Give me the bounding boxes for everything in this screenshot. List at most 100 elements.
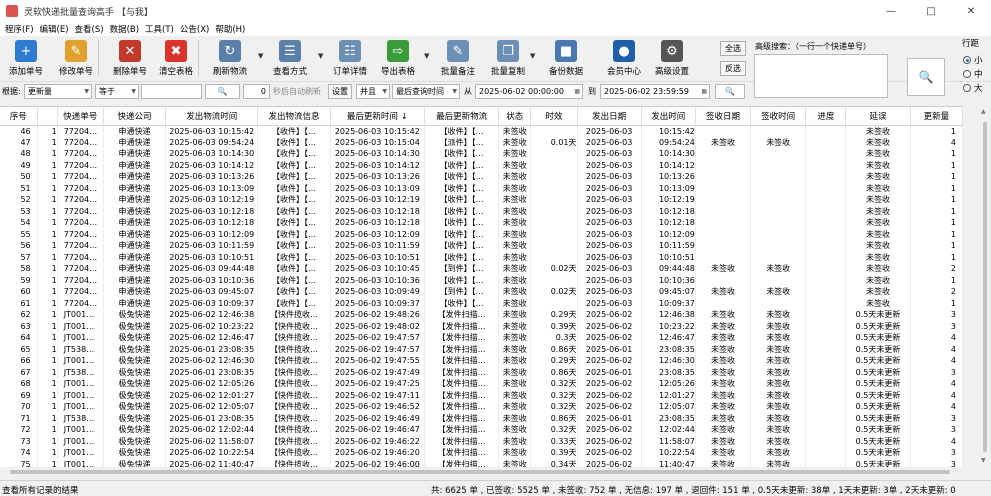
- table-row[interactable]: 52 1 77204… 申通快递 2025-06-03 10:12:19 【收件】【… 20…: [0, 194, 963, 206]
- minimize-button[interactable]: —: [871, 0, 911, 22]
- table-cell: 2025-06-03: [577, 297, 642, 309]
- scroll-down-icon[interactable]: ▼: [981, 457, 986, 464]
- to-datetime-picker[interactable]: 2025-06-02 23:59:59 ▦: [600, 84, 710, 99]
- table-row[interactable]: 48 1 77204… 申通快递 2025-06-03 10:14:30 【收件】【… 20…: [0, 148, 963, 160]
- column-header[interactable]: 状态: [498, 107, 532, 126]
- column-header[interactable]: 签收日期: [695, 107, 752, 126]
- table-row[interactable]: 75 1 JT001… 极兔快递 2025-06-02 11:40:47 【快件揽收… 20…: [0, 458, 963, 467]
- chevron-down-icon[interactable]: ▼: [258, 52, 263, 60]
- column-header[interactable]: 时效: [530, 107, 578, 126]
- invert-selection-button[interactable]: 反选: [720, 61, 746, 76]
- row-spacing-medium-radio[interactable]: 中: [963, 68, 983, 80]
- toolbar-button[interactable]: ✕ 删除单号: [108, 38, 152, 78]
- table-row[interactable]: 69 1 JT001… 极兔快递 2025-06-02 12:01:27 【快件揽收… 20…: [0, 389, 963, 401]
- column-header[interactable]: 延误: [845, 107, 911, 126]
- toolbar-button[interactable]: ● 会员中心: [602, 38, 646, 78]
- table-row[interactable]: 66 1 JT001… 极兔快递 2025-06-02 12:46:30 【快件揽收… 20…: [0, 355, 963, 367]
- menu-item[interactable]: 程序(F): [2, 23, 37, 35]
- table-row[interactable]: 51 1 77204… 申通快递 2025-06-03 10:13:09 【收件】【… 20…: [0, 182, 963, 194]
- column-header[interactable]: 更新量: [910, 107, 963, 126]
- advanced-search-input[interactable]: [754, 54, 888, 98]
- column-header[interactable]: 最后更新物流: [424, 107, 500, 126]
- column-header[interactable]: [37, 107, 58, 126]
- menu-item[interactable]: 公告(X): [177, 23, 212, 35]
- table-row[interactable]: 62 1 JT001… 极兔快递 2025-06-02 12:46:38 【快件揽收… 20…: [0, 309, 963, 321]
- chevron-down-icon[interactable]: ▼: [318, 52, 323, 60]
- toolbar-button[interactable]: ✖ 清空表格: [154, 38, 198, 78]
- column-header[interactable]: 发出物流信息: [257, 107, 331, 126]
- column-header[interactable]: 快递单号: [57, 107, 104, 126]
- filter-search-button[interactable]: 🔍: [205, 84, 240, 99]
- toolbar-button[interactable]: ⇨ 导出表格: [376, 38, 420, 78]
- table-row[interactable]: 46 1 77204… 申通快递 2025-06-03 10:15:42 【收件】【… 20…: [0, 125, 963, 137]
- filter-value-input[interactable]: [141, 84, 202, 99]
- column-header[interactable]: 签收时间: [750, 107, 807, 126]
- menu-item[interactable]: 编辑(E): [37, 23, 72, 35]
- table-row[interactable]: 57 1 77204… 申通快递 2025-06-03 10:10:51 【收件】【… 20…: [0, 251, 963, 263]
- table-row[interactable]: 60 1 77204… 申通快递 2025-06-03 09:45:07 【收件】【… 20…: [0, 286, 963, 298]
- toolbar-button[interactable]: ✎ 修改单号: [54, 38, 98, 78]
- menu-item[interactable]: 数据(B): [107, 23, 142, 35]
- menu-item[interactable]: 工具(T): [142, 23, 177, 35]
- table-cell: [805, 159, 847, 171]
- chevron-down-icon[interactable]: ▼: [424, 52, 429, 60]
- time-field-select[interactable]: 最后查询时间 ▼: [392, 84, 460, 99]
- scroll-up-icon[interactable]: ▲: [981, 108, 986, 115]
- row-spacing-large-radio[interactable]: 大: [963, 82, 983, 94]
- date-search-button[interactable]: 🔍: [715, 84, 745, 99]
- maximize-button[interactable]: □: [911, 0, 951, 22]
- table-row[interactable]: 49 1 77204… 申通快递 2025-06-03 10:14:12 【收件】【… 20…: [0, 159, 963, 171]
- vertical-scroll-thumb[interactable]: [983, 122, 987, 452]
- table-row[interactable]: 59 1 77204… 申通快递 2025-06-03 10:10:36 【收件】【… 20…: [0, 274, 963, 286]
- table-row[interactable]: 68 1 JT001… 极兔快递 2025-06-02 12:05:26 【快件揽收… 20…: [0, 378, 963, 390]
- table-row[interactable]: 53 1 77204… 申通快递 2025-06-03 10:12:18 【收件】【… 20…: [0, 205, 963, 217]
- horizontal-scroll-thumb[interactable]: [10, 470, 950, 474]
- table-cell: 1: [37, 447, 58, 459]
- toolbar-button[interactable]: ☰ 查看方式: [268, 38, 312, 78]
- column-header[interactable]: 序号: [0, 107, 38, 126]
- column-header[interactable]: 快递公司: [103, 107, 167, 126]
- table-row[interactable]: 54 1 77204… 申通快递 2025-06-03 10:12:18 【收件】【… 20…: [0, 217, 963, 229]
- table-row[interactable]: 56 1 77204… 申通快递 2025-06-03 10:11:59 【收件】【… 20…: [0, 240, 963, 252]
- table-row[interactable]: 64 1 JT001… 极兔快递 2025-06-02 12:46:47 【快件揽收… 20…: [0, 332, 963, 344]
- row-spacing-small-radio[interactable]: 小: [963, 54, 983, 66]
- chevron-down-icon[interactable]: ▼: [530, 52, 535, 60]
- toolbar-button[interactable]: ↻ 刷新物流: [208, 38, 252, 78]
- toolbar-button[interactable]: ❐ 批量复制: [486, 38, 530, 78]
- toolbar-button[interactable]: ⚙ 高级设置: [650, 38, 694, 78]
- table-row[interactable]: 50 1 77204… 申通快递 2025-06-03 10:13:26 【收件】【… 20…: [0, 171, 963, 183]
- toolbar-button[interactable]: ✎ 批量备注: [436, 38, 480, 78]
- table-row[interactable]: 55 1 77204… 申通快递 2025-06-03 10:12:09 【收件】【… 20…: [0, 228, 963, 240]
- select-all-button[interactable]: 全选: [720, 41, 746, 56]
- column-header[interactable]: 最后更新时间 ↓: [330, 107, 425, 126]
- column-header[interactable]: 发出时间: [641, 107, 696, 126]
- menu-item[interactable]: 查看(S): [72, 23, 107, 35]
- from-datetime-picker[interactable]: 2025-06-02 00:00:00 ▦: [475, 84, 583, 99]
- filter-field-select[interactable]: 更新量 ▼: [24, 84, 92, 99]
- table-row[interactable]: 58 1 77204… 申通快递 2025-06-03 09:44:48 【收件】【… 20…: [0, 263, 963, 275]
- table-row[interactable]: 67 1 JT538… 极兔快递 2025-06-01 23:08:35 【快件揽收… 20…: [0, 366, 963, 378]
- column-header[interactable]: 发出日期: [577, 107, 642, 126]
- table-row[interactable]: 71 1 JT538… 极兔快递 2025-06-01 23:08:35 【快件揽收… 20…: [0, 412, 963, 424]
- table-row[interactable]: 47 1 77204… 申通快递 2025-06-03 09:54:24 【收件】【… 20…: [0, 136, 963, 148]
- table-row[interactable]: 65 1 JT538… 极兔快递 2025-06-01 23:08:35 【快件揽收… 20…: [0, 343, 963, 355]
- table-row[interactable]: 73 1 JT001… 极兔快递 2025-06-02 11:58:07 【快件揽收… 20…: [0, 435, 963, 447]
- advanced-search-button[interactable]: 🔍: [907, 58, 945, 96]
- table-row[interactable]: 70 1 JT001… 极兔快递 2025-06-02 12:05:07 【快件揽收… 20…: [0, 401, 963, 413]
- close-button[interactable]: ✕: [951, 0, 991, 22]
- column-header[interactable]: 进度: [805, 107, 847, 126]
- table-row[interactable]: 72 1 JT001… 极兔快递 2025-06-02 12:02:44 【快件揽收… 20…: [0, 424, 963, 436]
- menu-item[interactable]: 帮助(H): [212, 23, 248, 35]
- toolbar-button[interactable]: + 添加单号: [4, 38, 48, 78]
- table-cell: 未签收: [845, 228, 911, 240]
- toolbar-button[interactable]: ☷ 订单详情: [328, 38, 372, 78]
- table-row[interactable]: 63 1 JT001… 极兔快递 2025-06-02 10:23:22 【快件揽收… 20…: [0, 320, 963, 332]
- table-row[interactable]: 74 1 JT001… 极兔快递 2025-06-02 10:22:54 【快件揽收… 20…: [0, 447, 963, 459]
- toolbar-button[interactable]: ■ 备份数据: [544, 38, 588, 78]
- logic-select[interactable]: 并且 ▼: [356, 84, 390, 99]
- table-row[interactable]: 61 1 77204… 申通快递 2025-06-03 10:09:37 【收件】【… 20…: [0, 297, 963, 309]
- refresh-seconds-input[interactable]: 0: [243, 84, 270, 99]
- filter-operator-select[interactable]: 等于 ▼: [95, 84, 139, 99]
- column-header[interactable]: 发出物流时间: [165, 107, 259, 126]
- refresh-settings-button[interactable]: 设置: [328, 84, 352, 99]
